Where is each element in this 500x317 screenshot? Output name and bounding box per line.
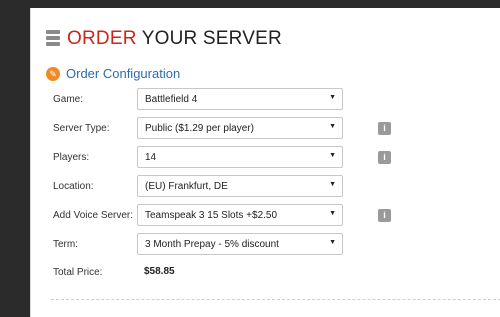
game-select[interactable]: Battlefield 4 ▼ xyxy=(137,88,343,110)
term-value: 3 Month Prepay - 5% discount xyxy=(145,238,279,250)
chevron-down-icon: ▼ xyxy=(329,94,336,101)
chevron-down-icon: ▼ xyxy=(329,123,336,130)
page-header: ORDER YOUR SERVER xyxy=(46,26,282,52)
order-panel: ORDER YOUR SERVER ✎ Order Configuration … xyxy=(30,8,500,317)
chevron-down-icon: ▼ xyxy=(329,181,336,188)
info-icon[interactable]: i xyxy=(378,122,391,135)
term-label: Term: xyxy=(53,238,78,250)
game-value: Battlefield 4 xyxy=(145,93,198,105)
chevron-down-icon: ▼ xyxy=(329,152,336,159)
game-label: Game: xyxy=(53,93,84,105)
section-title: Order Configuration xyxy=(66,66,181,81)
voice-value: Teamspeak 3 15 Slots +$2.50 xyxy=(145,209,278,221)
location-select[interactable]: (EU) Frankfurt, DE ▼ xyxy=(137,175,343,197)
server-type-row: Server Type: xyxy=(53,117,137,139)
location-value: (EU) Frankfurt, DE xyxy=(145,180,228,192)
divider xyxy=(51,299,500,300)
players-label: Players: xyxy=(53,151,90,163)
chevron-down-icon: ▼ xyxy=(329,239,336,246)
total-price: $58.85 xyxy=(144,266,175,277)
voice-row: Add Voice Server: xyxy=(53,204,137,226)
total-row: Total Price: xyxy=(53,261,137,283)
voice-label: Add Voice Server: xyxy=(53,209,134,221)
wrench-icon: ✎ xyxy=(46,66,60,81)
voice-select[interactable]: Teamspeak 3 15 Slots +$2.50 ▼ xyxy=(137,204,343,226)
players-select[interactable]: 14 ▼ xyxy=(137,146,343,168)
location-row: Location: xyxy=(53,175,137,197)
location-label: Location: xyxy=(53,180,94,192)
term-select[interactable]: 3 Month Prepay - 5% discount ▼ xyxy=(137,233,343,255)
info-icon[interactable]: i xyxy=(378,209,391,222)
game-row: Game: xyxy=(53,88,137,110)
server-type-select[interactable]: Public ($1.29 per player) ▼ xyxy=(137,117,343,139)
section-header: ✎ Order Configuration xyxy=(46,66,180,81)
title-accent: ORDER xyxy=(67,28,137,49)
title-rest: YOUR SERVER xyxy=(136,28,282,49)
server-icon xyxy=(46,30,60,48)
total-label: Total Price: xyxy=(53,266,103,278)
chevron-down-icon: ▼ xyxy=(329,210,336,217)
server-type-value: Public ($1.29 per player) xyxy=(145,122,254,134)
server-type-label: Server Type: xyxy=(53,122,110,134)
page-title: ORDER YOUR SERVER xyxy=(67,28,282,50)
players-row: Players: xyxy=(53,146,137,168)
players-value: 14 xyxy=(145,151,157,163)
info-icon[interactable]: i xyxy=(378,151,391,164)
term-row: Term: xyxy=(53,233,137,255)
